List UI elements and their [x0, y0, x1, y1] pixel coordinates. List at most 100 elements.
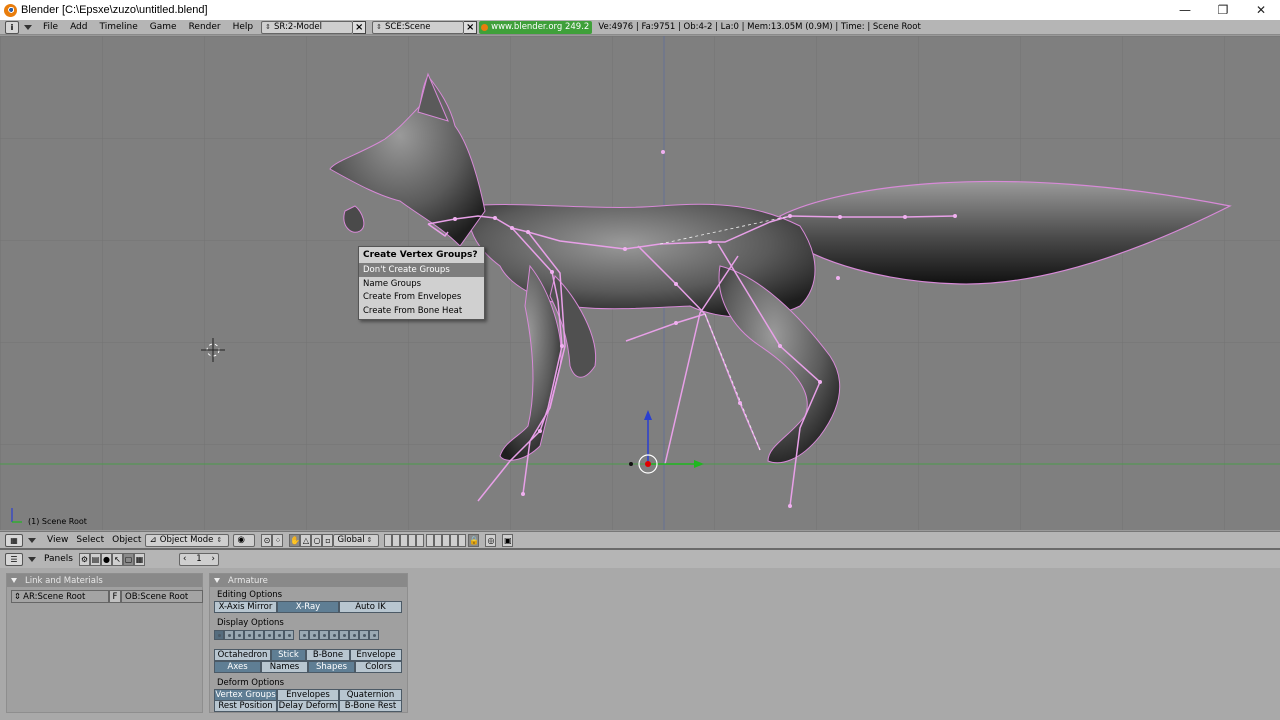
- bone-layer-button[interactable]: [309, 630, 319, 640]
- shapes-button[interactable]: Shapes: [308, 661, 355, 673]
- names-button[interactable]: Names: [261, 661, 308, 673]
- selector-arrows-icon: ⇕: [265, 23, 272, 31]
- auto-ik-button[interactable]: Auto IK: [339, 601, 402, 613]
- layer-buttons[interactable]: [384, 533, 467, 547]
- popup-item-create-from-envelopes[interactable]: Create From Envelopes: [359, 290, 484, 304]
- fake-user-button[interactable]: F: [109, 590, 121, 603]
- occlude-icon[interactable]: ◎: [485, 533, 497, 547]
- armature-datablock-field[interactable]: ⇕ AR:Scene Root: [11, 590, 109, 603]
- render-preview-icon[interactable]: ▣: [502, 533, 514, 547]
- create-vertex-groups-popup: Create Vertex Groups? Don't Create Group…: [358, 246, 485, 320]
- manipulator-hand-icon[interactable]: ✋: [289, 533, 301, 547]
- url-text: www.blender.org 249.2: [491, 22, 590, 32]
- menu-object[interactable]: Object: [112, 535, 141, 545]
- manipulator-rotate-icon[interactable]: ○: [311, 533, 323, 547]
- bone-layer-button[interactable]: [299, 630, 309, 640]
- menu-help[interactable]: Help: [233, 22, 254, 32]
- x-ray-button[interactable]: X-Ray: [277, 601, 339, 613]
- popup-title: Create Vertex Groups?: [363, 250, 478, 260]
- bone-layer-button[interactable]: [244, 630, 254, 640]
- bone-layer-button[interactable]: [339, 630, 349, 640]
- draw-type-selector[interactable]: ◉: [233, 533, 256, 547]
- menu-file[interactable]: File: [43, 22, 58, 32]
- armature-panel: Armature Editing Options X-Axis Mirror X…: [209, 573, 408, 713]
- frame-field[interactable]: ‹ 1 ›: [178, 552, 219, 566]
- panel-collapse-icon[interactable]: [11, 578, 17, 583]
- scene-context-icon[interactable]: ▦: [133, 552, 145, 566]
- viewport-canvas[interactable]: [0, 36, 1280, 530]
- bone-layer-button[interactable]: [329, 630, 339, 640]
- panel-collapse-icon[interactable]: [214, 578, 220, 583]
- colors-button[interactable]: Colors: [355, 661, 402, 673]
- lock-icon[interactable]: 🔒: [468, 533, 480, 547]
- b-bone-button[interactable]: B-Bone: [306, 649, 350, 661]
- window-titlebar: Blender [C:\Epsxe\zuzo\untitled.blend] —…: [0, 0, 1280, 20]
- bone-layer-button[interactable]: [254, 630, 264, 640]
- manipulator-translate-icon[interactable]: △: [300, 533, 312, 547]
- bone-layer-button[interactable]: [274, 630, 284, 640]
- minimize-button[interactable]: —: [1166, 0, 1204, 20]
- bone-layer-button[interactable]: [319, 630, 329, 640]
- blender-logo-icon: [4, 3, 17, 17]
- editing-context-icon[interactable]: ▢: [122, 552, 134, 566]
- logic-context-icon[interactable]: ⚙: [78, 552, 90, 566]
- bone-layer-button[interactable]: [224, 630, 234, 640]
- menu-add[interactable]: Add: [70, 22, 87, 32]
- bone-layer-button[interactable]: [359, 630, 369, 640]
- popup-item-name-groups[interactable]: Name Groups: [359, 277, 484, 291]
- display-toggle-row: Axes Names Shapes Colors: [214, 661, 402, 673]
- close-button[interactable]: ✕: [1242, 0, 1280, 20]
- maximize-button[interactable]: ❐: [1204, 0, 1242, 20]
- script-context-icon[interactable]: ▤: [89, 552, 101, 566]
- armature-panel-header[interactable]: Armature: [210, 574, 407, 587]
- window-title: Blender [C:\Epsxe\zuzo\untitled.blend]: [21, 4, 208, 16]
- menu-select[interactable]: Select: [76, 535, 104, 545]
- bone-layer-button[interactable]: [284, 630, 294, 640]
- object-context-icon[interactable]: ↖: [111, 552, 123, 566]
- link-materials-panel-header[interactable]: Link and Materials: [7, 574, 202, 587]
- rest-position-button[interactable]: Rest Position: [214, 700, 277, 712]
- info-window-type-icon[interactable]: i: [5, 20, 19, 34]
- menu-render[interactable]: Render: [189, 22, 221, 32]
- view3d-window-type-icon[interactable]: ▦: [5, 533, 23, 547]
- bone-layer-button[interactable]: [349, 630, 359, 640]
- octahedron-button[interactable]: Octahedron: [214, 649, 271, 661]
- draw-type-row: Octahedron Stick B-Bone Envelope: [214, 649, 402, 661]
- layer-lock-icon[interactable]: ⁘: [272, 533, 284, 547]
- collapse-menu-icon[interactable]: [24, 24, 32, 30]
- screen-selector[interactable]: ⇕ SR:2-Model: [261, 20, 354, 34]
- mode-selector[interactable]: ⊿ Object Mode ⇕: [145, 533, 230, 547]
- collapse-menu-icon[interactable]: [28, 537, 36, 543]
- menu-timeline[interactable]: Timeline: [100, 22, 138, 32]
- pivot-icon[interactable]: ⊙: [261, 533, 273, 547]
- orientation-selector[interactable]: Global ⇕: [333, 533, 380, 547]
- bone-layer-button[interactable]: [234, 630, 244, 640]
- popup-item-create-from-bone-heat[interactable]: Create From Bone Heat: [359, 304, 484, 318]
- b-bone-rest-button[interactable]: B-Bone Rest: [339, 700, 402, 712]
- bone-layer-button[interactable]: [214, 630, 224, 640]
- blender-orange-icon: [481, 23, 489, 31]
- collapse-menu-icon[interactable]: [28, 556, 36, 562]
- axes-button[interactable]: Axes: [214, 661, 261, 673]
- manipulator-scale-icon[interactable]: ▫: [322, 533, 334, 547]
- solid-sphere-icon: ◉: [237, 535, 245, 545]
- blender-url-link[interactable]: www.blender.org 249.2: [479, 20, 593, 34]
- menu-view[interactable]: View: [47, 535, 68, 545]
- x-axis-mirror-button[interactable]: X-Axis Mirror: [214, 601, 277, 613]
- shading-context-icon[interactable]: ●: [100, 552, 112, 566]
- popup-item-dont-create-groups[interactable]: Don't Create Groups: [359, 263, 484, 277]
- object-name-field[interactable]: OB:Scene Root: [121, 590, 203, 603]
- delay-deform-button[interactable]: Delay Deform: [277, 700, 339, 712]
- bone-layer-button[interactable]: [264, 630, 274, 640]
- delete-screen-button[interactable]: ×: [353, 20, 367, 34]
- menu-game[interactable]: Game: [150, 22, 177, 32]
- selector-arrows-icon: ⇕: [366, 536, 373, 544]
- panels-menu[interactable]: Panels: [44, 554, 73, 564]
- bone-layer-button[interactable]: [369, 630, 379, 640]
- delete-scene-button[interactable]: ×: [464, 20, 478, 34]
- scene-selector[interactable]: ⇕ SCE:Scene: [372, 20, 465, 34]
- 3d-viewport[interactable]: (1) Scene Root Create Vertex Groups? Don…: [0, 36, 1280, 530]
- envelope-button[interactable]: Envelope: [350, 649, 402, 661]
- buttons-window-type-icon[interactable]: ☰: [5, 552, 23, 566]
- stick-button[interactable]: Stick: [271, 649, 306, 661]
